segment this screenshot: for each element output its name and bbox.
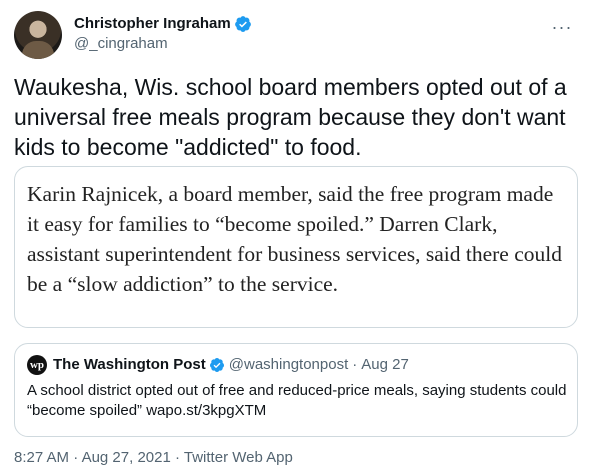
tweet-footer: 8:27 AM · Aug 27, 2021 · Twitter Web App — [14, 448, 293, 468]
tweet-image-text: Karin Rajnicek, a board member, said the… — [27, 182, 562, 296]
quoted-tweet[interactable]: wp The Washington Post @washingtonpost ·… — [14, 343, 578, 437]
author-display-name[interactable]: Christopher Ingraham — [74, 14, 231, 34]
quoted-tweet-header: wp The Washington Post @washingtonpost ·… — [27, 355, 409, 375]
more-options-icon[interactable]: ··· — [550, 15, 574, 39]
quoted-author-handle: @washingtonpost — [228, 356, 349, 373]
quoted-tweet-text: A school district opted out of free and … — [27, 382, 567, 419]
tweet-time[interactable]: 8:27 AM — [14, 449, 69, 466]
avatar-figure — [22, 41, 54, 59]
author-handle[interactable]: @_cingraham — [74, 34, 252, 54]
separator-dot: · — [174, 449, 180, 466]
author-names: Christopher Ingraham @_cingraham — [74, 14, 252, 54]
avatar[interactable] — [14, 11, 62, 59]
tweet-date[interactable]: Aug 27, 2021 — [82, 449, 171, 466]
quoted-tweet-date: Aug 27 — [361, 356, 409, 373]
separator-dot: · — [73, 449, 79, 466]
tweet-text: Waukesha, Wis. school board members opte… — [14, 74, 567, 160]
quoted-author-name: The Washington Post — [53, 356, 206, 373]
verified-badge-icon — [234, 16, 251, 32]
washington-post-logo-icon: wp — [27, 355, 47, 375]
source-app-link[interactable]: Twitter Web App — [184, 449, 293, 466]
tweet-header: Christopher Ingraham @_cingraham ··· — [14, 11, 576, 59]
author-display-name-row[interactable]: Christopher Ingraham — [74, 14, 252, 34]
separator-dot: · — [352, 356, 358, 373]
verified-badge-icon — [209, 358, 224, 372]
tweet-image[interactable]: Karin Rajnicek, a board member, said the… — [14, 166, 578, 328]
